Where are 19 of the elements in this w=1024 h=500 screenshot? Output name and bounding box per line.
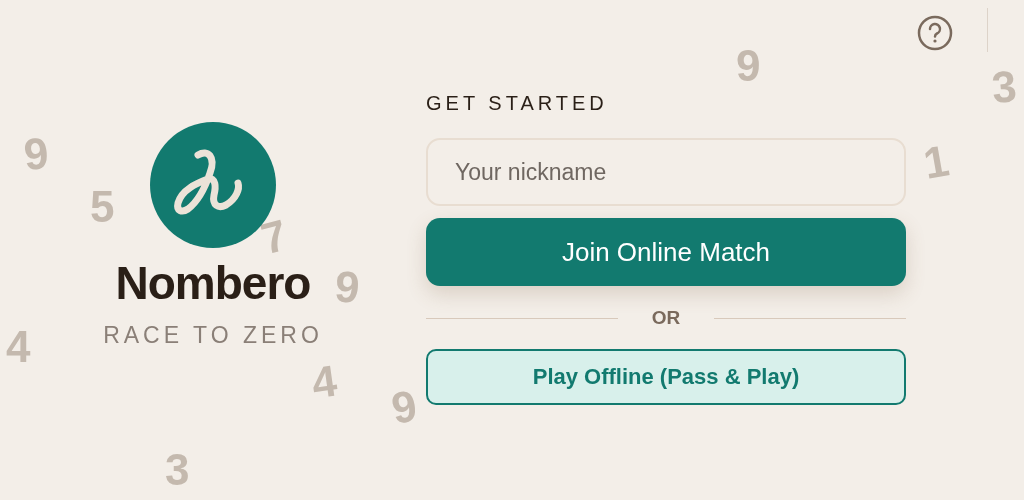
background-digit: 3 — [990, 64, 1019, 110]
background-digit: 1 — [920, 138, 953, 186]
section-heading: GET STARTED — [426, 91, 609, 116]
help-button[interactable] — [916, 14, 954, 52]
app-name: Nombero — [115, 260, 311, 306]
background-digit: 4 — [6, 325, 31, 369]
background-digit: 9 — [388, 383, 421, 431]
separator-label: OR — [650, 306, 682, 330]
background-digit: 7 — [256, 212, 292, 262]
background-digit: 9 — [333, 264, 362, 310]
tagline: RACE TO ZERO — [103, 321, 323, 350]
background-digit: 9 — [736, 44, 761, 88]
background-digit: 3 — [165, 448, 190, 492]
join-online-button[interactable]: Join Online Match — [426, 218, 906, 286]
background-digit: 5 — [90, 185, 115, 229]
nickname-field[interactable]: Your nickname — [426, 138, 906, 206]
play-offline-button[interactable]: Play Offline (Pass & Play) — [426, 348, 906, 405]
background-digit: 9 — [22, 131, 51, 177]
background-digit: 4 — [309, 358, 340, 406]
